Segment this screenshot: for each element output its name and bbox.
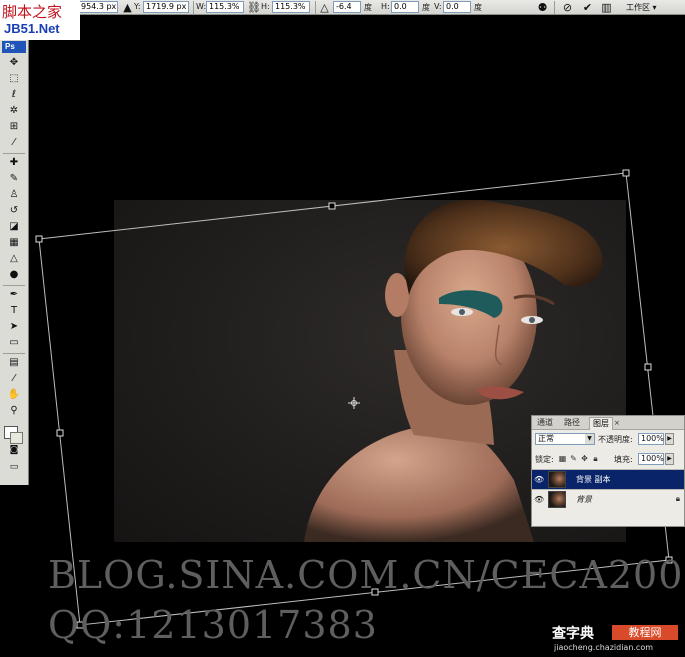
separator [554,1,555,14]
layer-thumbnail [548,471,566,488]
w-label: W: [196,2,207,11]
warp-mode-icon[interactable]: ⚉ [536,1,549,14]
layer-thumbnail [548,491,566,508]
lock-icon: 🔒︎ [675,494,680,503]
screen-mode-icon[interactable]: ▭ [4,460,24,474]
commit-transform-icon[interactable]: ✔ [581,1,594,14]
zoom-tool[interactable]: ⚲ [4,404,24,418]
pen-tool[interactable]: ✒ [4,288,24,302]
marquee-tool[interactable]: ⬚ [4,72,24,86]
site-logo-chinese: 查字典 [552,626,594,642]
history-brush-tool[interactable]: ↺ [4,204,24,218]
shape-tool[interactable]: ▭ [4,336,24,350]
options-bar: 954.3 px ▲ Y: 1719.9 px W: 115.3% ⛓ H: 1… [0,0,685,15]
lock-label: 锁定: [535,455,554,464]
layer-name: 背景 [576,495,592,504]
layer-name: 背景 副本 [576,475,611,484]
brush-tool[interactable]: ✎ [4,172,24,186]
h-label: H: [261,2,270,11]
width-field[interactable]: 115.3% [206,1,244,13]
vskew-unit: 度 [474,3,482,12]
lock-paint-icon[interactable]: ✎ [569,454,578,464]
path-selection-tool[interactable]: ➤ [4,320,24,334]
rotate-icon: △ [320,1,329,14]
slice-tool[interactable]: ⁄ [4,136,24,150]
hskew-unit: 度 [422,3,430,12]
workspace-menu[interactable]: 工作区 ▾ [626,1,676,14]
site-logo-url: jiaocheng.chazidian.com [554,643,654,652]
healing-brush-tool[interactable]: ✚ [4,156,24,170]
tab-channels[interactable]: 通道 [534,417,556,430]
type-tool[interactable]: T [4,304,24,318]
eyedropper-tool[interactable]: ⁄ [4,372,24,386]
vskew-label: V: [434,2,442,11]
x-position-field[interactable]: 954.3 px [78,1,118,13]
opacity-slider-arrow-icon[interactable]: ▶ [665,433,674,445]
magic-wand-tool[interactable]: ✲ [4,104,24,118]
rotate-field[interactable]: -6.4 [333,1,361,13]
site-logo-tag: 教程网 [612,625,678,640]
transform-handle-right[interactable] [644,363,652,371]
triangle-reference-icon[interactable]: ▲ [121,1,134,14]
rotate-unit: 度 [364,3,372,12]
eye-icon[interactable]: 👁︎ [534,494,544,506]
logo-domain-text: JB51.Net [4,21,60,36]
crop-tool[interactable]: ⊞ [4,120,24,134]
transform-handle-left[interactable] [56,429,64,437]
lock-position-icon[interactable]: ✥ [580,454,589,464]
toolbox-separator [3,285,25,286]
vskew-field[interactable]: 0.0 [443,1,471,13]
hskew-field[interactable]: 0.0 [391,1,419,13]
separator [315,1,316,14]
blur-tool[interactable]: △ [4,252,24,266]
tab-layers[interactable]: 图层 [589,417,613,430]
toolbox: Ps ✥ ⬚ ℓ ✲ ⊞ ⁄ ✚ ✎ ♙ ↺ ◪ ▦ △ ● ✒ T ➤ ▭ ▤ ⁄ ✋ ⚲ ◙ ▭ [0,40,29,485]
opacity-field[interactable]: 100% [638,433,664,445]
hskew-label: H: [381,2,390,11]
gradient-tool[interactable]: ▦ [4,236,24,250]
close-tab-icon[interactable]: × [611,417,623,430]
opacity-label: 不透明度: [598,435,633,444]
y-position-field[interactable]: 1719.9 px [143,1,189,13]
quick-mask-icon[interactable]: ◙ [4,443,24,457]
y-label: Y: [134,2,141,11]
site-logo-chazidian: 查字典 教程网 jiaocheng.chazidian.com [552,622,680,655]
fill-label: 填充: [614,455,633,464]
watermark-blog-url: BLOG.SINA.COM.CN/CECA200 [48,553,684,597]
layer-row[interactable]: 👁︎ 背景 副本 [532,469,684,489]
separator [193,1,194,14]
move-tool[interactable]: ✥ [4,56,24,70]
clone-stamp-tool[interactable]: ♙ [4,188,24,202]
toolbox-separator [3,153,25,154]
layers-panel-tabs: 通道 路径 图层 × [532,416,684,430]
tab-paths[interactable]: 路径 [561,417,583,430]
blend-mode-select[interactable]: 正常 ▼ [535,433,595,445]
lock-all-icon[interactable]: 🔒︎ [591,454,600,464]
ps-logo-icon[interactable]: Ps [2,41,26,53]
lock-transparency-icon[interactable]: ▦ [558,454,567,464]
link-icon[interactable]: ⛓ [247,1,261,14]
transform-handle-top-left[interactable] [35,235,43,243]
toolbox-separator [3,353,25,354]
chevron-down-icon: ▼ [585,434,594,444]
watermark-qq: QQ:1213017383 [48,603,378,647]
layers-panel: 通道 路径 图层 × 正常 ▼ 不透明度: 100% ▶ 锁定: ▦ ✎ ✥ 🔒… [531,415,685,527]
cancel-transform-icon[interactable]: ⊘ [561,1,574,14]
blend-mode-value: 正常 [538,434,554,443]
fill-slider-arrow-icon[interactable]: ▶ [665,453,674,465]
eye-icon[interactable]: 👁︎ [534,474,544,486]
fill-field[interactable]: 100% [638,453,664,465]
logo-chinese-text: 脚本之家 [2,3,63,21]
eraser-tool[interactable]: ◪ [4,220,24,234]
hand-tool[interactable]: ✋ [4,388,24,402]
notes-tool[interactable]: ▤ [4,356,24,370]
lasso-tool[interactable]: ℓ [4,88,24,102]
transform-handle-top-right[interactable] [622,169,630,177]
layer-row[interactable]: 👁︎ 背景 🔒︎ [532,489,684,509]
height-field[interactable]: 115.3% [272,1,310,13]
site-logo-jb51: 脚本之家 JB51.Net [0,0,80,40]
palette-well-icon[interactable]: ▥ [600,1,613,14]
dodge-tool[interactable]: ● [4,268,24,282]
